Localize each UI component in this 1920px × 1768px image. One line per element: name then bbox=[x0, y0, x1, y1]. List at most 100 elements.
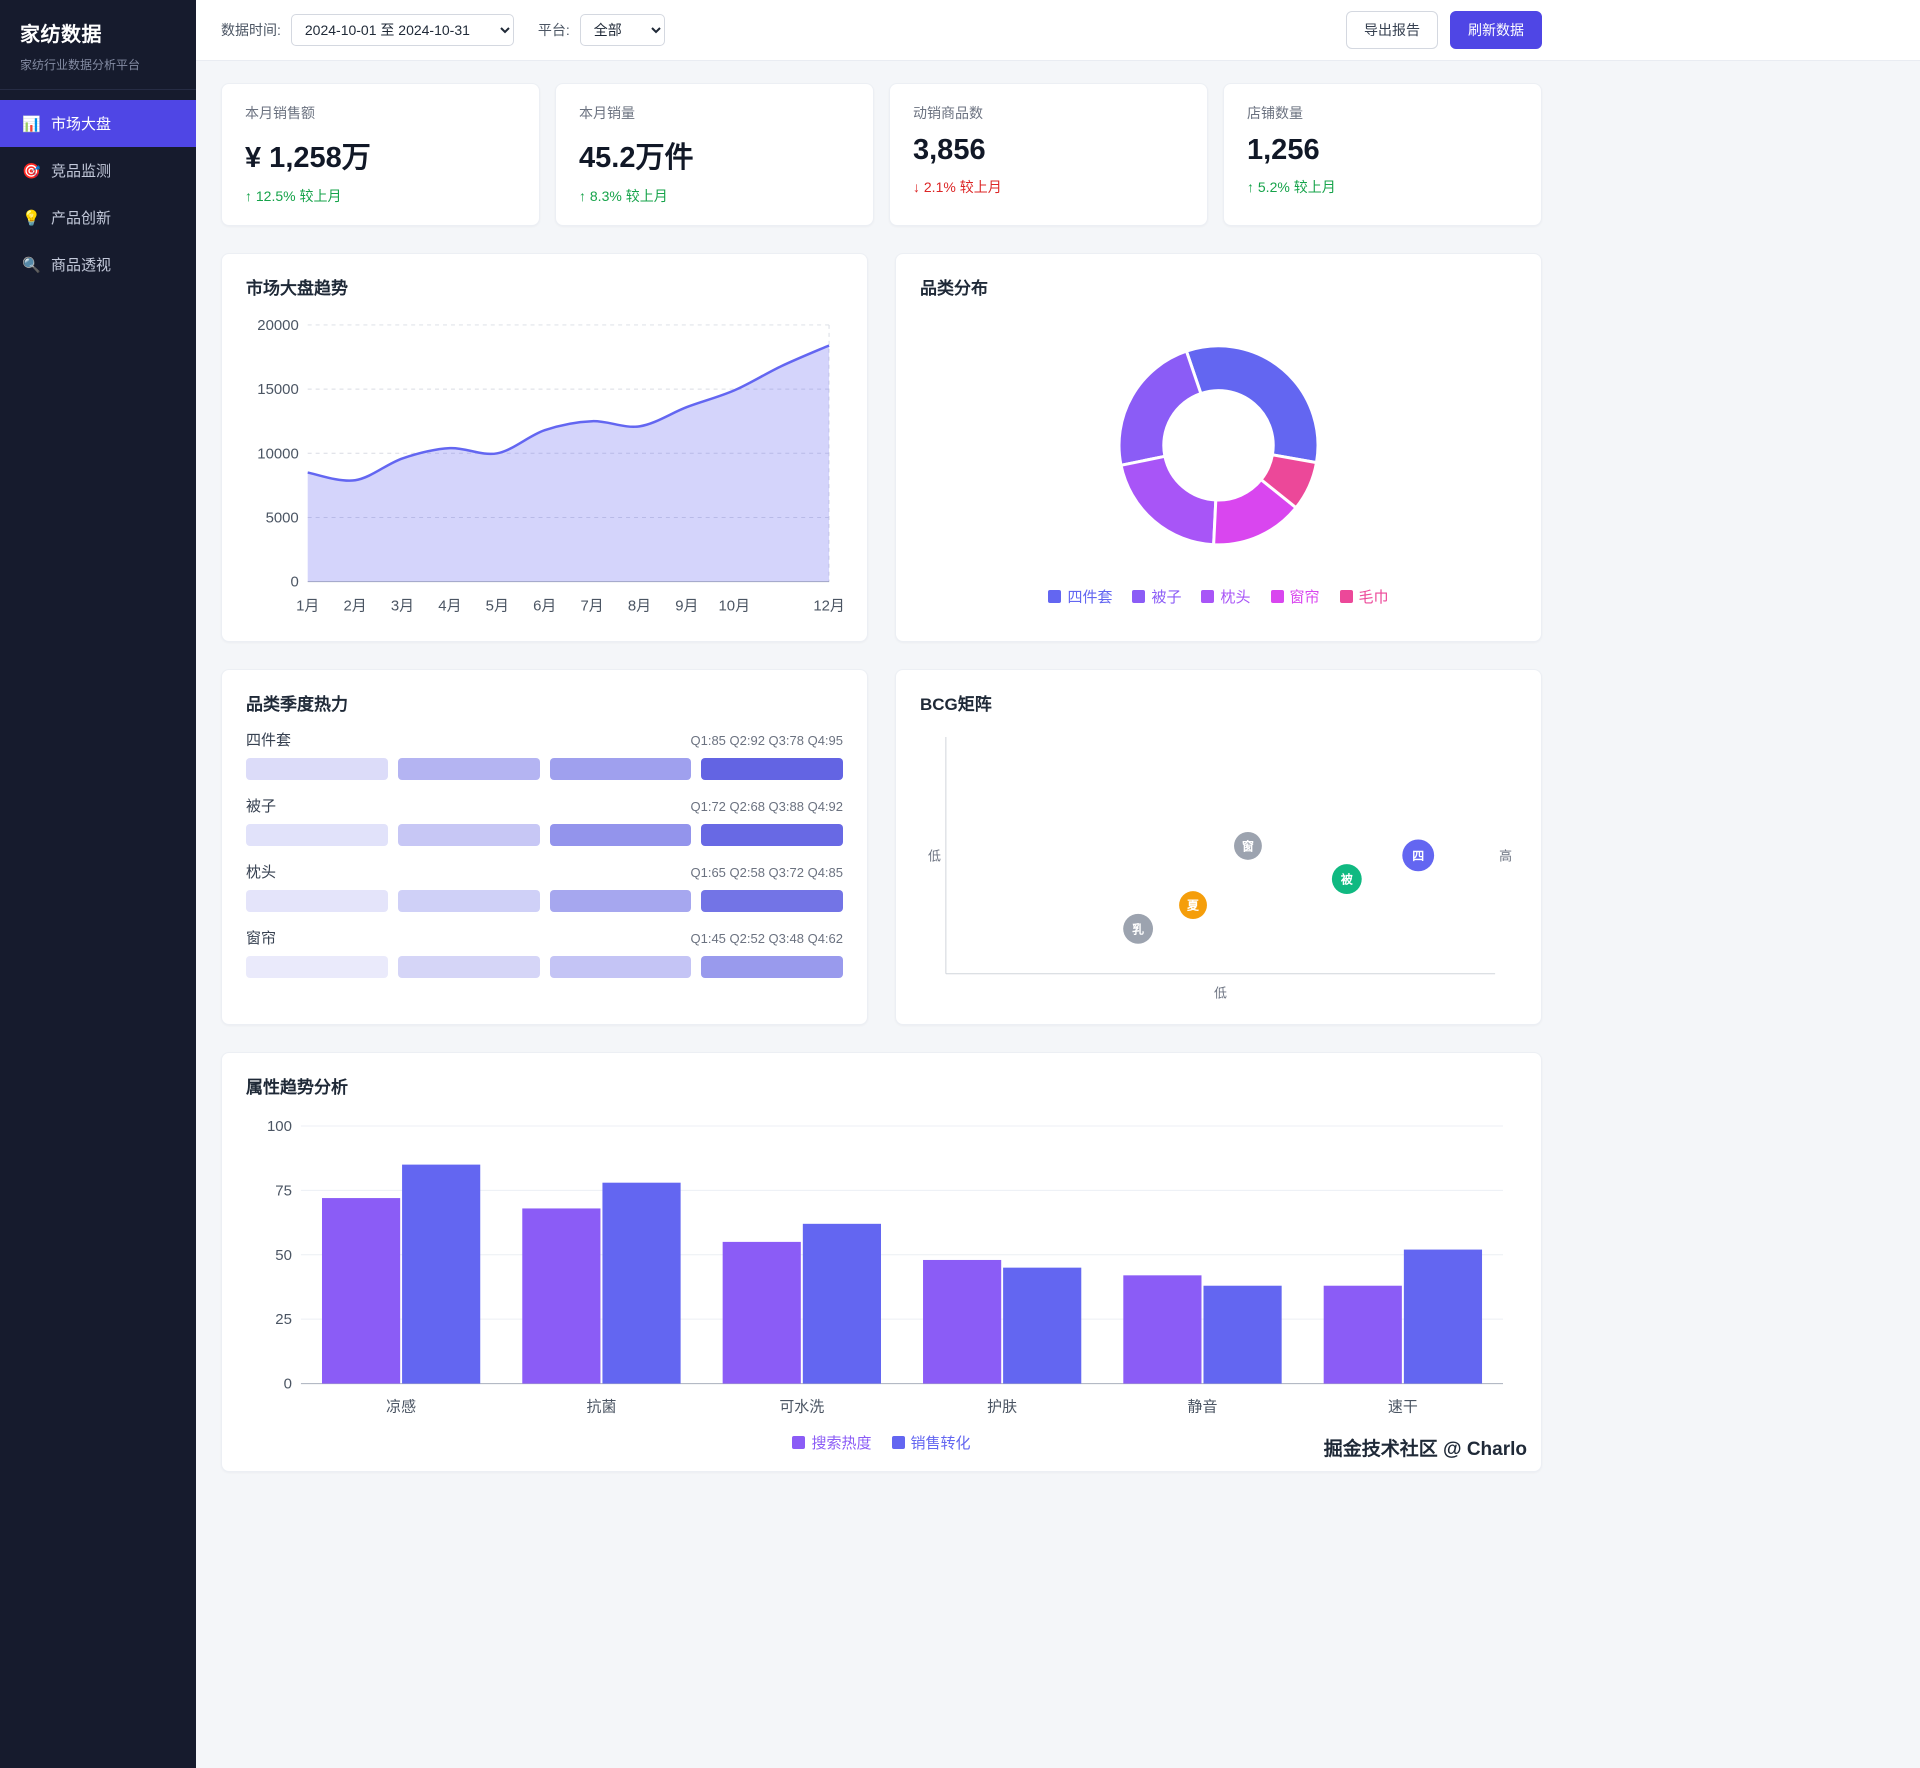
legend-swatch-icon bbox=[1340, 590, 1353, 603]
svg-text:25: 25 bbox=[275, 1311, 292, 1328]
legend-item[interactable]: 被子 bbox=[1132, 586, 1181, 607]
heatmap-cell bbox=[550, 758, 692, 780]
bcg-bubble: 被 bbox=[1332, 865, 1362, 895]
legend-swatch-icon bbox=[1132, 590, 1145, 603]
svg-text:凉感: 凉感 bbox=[386, 1399, 416, 1416]
bcg-bottom-axis-label: 低 bbox=[1214, 986, 1227, 1001]
kpi-card-shop-count: 店铺数量 1,256 ↑ 5.2% 较上月 bbox=[1223, 83, 1542, 226]
date-range-select[interactable]: 2024-10-01 至 2024-10-31 bbox=[291, 14, 514, 46]
legend-label: 被子 bbox=[1151, 586, 1181, 607]
date-range-label: 数据时间: bbox=[221, 20, 281, 40]
kpi-card-monthly-sales: 本月销售额 ¥ 1,258万 ↑ 12.5% 较上月 bbox=[221, 83, 540, 226]
kpi-delta: ↑ 5.2% 较上月 bbox=[1247, 177, 1518, 197]
bar bbox=[1203, 1286, 1281, 1384]
heatmap-row: 四件套 Q1:85 Q2:92 Q3:78 Q4:95 bbox=[246, 729, 843, 780]
kpi-row: 本月销售额 ¥ 1,258万 ↑ 12.5% 较上月 本月销量 45.2万件 ↑… bbox=[221, 83, 1542, 226]
legend-item[interactable]: 枕头 bbox=[1201, 586, 1250, 607]
svg-text:75: 75 bbox=[275, 1182, 292, 1199]
heatmap-row-values: Q1:72 Q2:68 Q3:88 Q4:92 bbox=[691, 799, 844, 814]
magnifier-icon: 🔍 bbox=[22, 256, 40, 274]
heatmap-row-label: 窗帘 bbox=[246, 927, 276, 948]
kpi-label: 动销商品数 bbox=[913, 103, 1184, 123]
heatmap-row-label: 四件套 bbox=[246, 729, 291, 750]
svg-text:15000: 15000 bbox=[257, 381, 298, 398]
svg-text:5月: 5月 bbox=[486, 598, 509, 615]
attr-trend-chart: 0255075100凉感抗菌可水洗护肤静音速干搜索热度销售转化 bbox=[246, 1112, 1517, 1453]
heatmap-cell bbox=[550, 956, 692, 978]
heatmap-cell bbox=[398, 824, 540, 846]
heatmap-row-values: Q1:65 Q2:58 Q3:72 Q4:85 bbox=[691, 865, 844, 880]
svg-text:50: 50 bbox=[275, 1247, 292, 1264]
kpi-delta: ↓ 2.1% 较上月 bbox=[913, 177, 1184, 197]
legend-item[interactable]: 销售转化 bbox=[892, 1432, 971, 1453]
refresh-data-button[interactable]: 刷新数据 bbox=[1450, 11, 1542, 49]
bar bbox=[602, 1183, 680, 1384]
quarter-heat-card: 品类季度热力 四件套Q1:85 Q2:92 Q3:78 Q4:95被子Q1:72… bbox=[221, 669, 868, 1025]
quarter-heat-chart: 四件套Q1:85 Q2:92 Q3:78 Q4:95被子Q1:72 Q2:68 … bbox=[246, 729, 843, 978]
legend-swatch-icon bbox=[1271, 590, 1284, 603]
bar bbox=[723, 1242, 801, 1384]
svg-text:10月: 10月 bbox=[719, 598, 751, 615]
bcg-left-axis-label: 低 bbox=[928, 849, 941, 864]
legend-item[interactable]: 四件套 bbox=[1048, 586, 1112, 607]
sidebar-nav: 📊 市场大盘 🎯 竞品监测 💡 产品创新 🔍 商品透视 bbox=[0, 90, 196, 288]
svg-text:1月: 1月 bbox=[296, 598, 319, 615]
sidebar-item-label: 产品创新 bbox=[51, 207, 111, 228]
app-title: 家纺数据 bbox=[20, 18, 176, 47]
donut-segment bbox=[1121, 456, 1216, 544]
heatmap-cell bbox=[701, 758, 843, 780]
heatmap-row-values: Q1:45 Q2:52 Q3:48 Q4:62 bbox=[691, 931, 844, 946]
legend-item[interactable]: 窗帘 bbox=[1271, 586, 1320, 607]
svg-text:6月: 6月 bbox=[533, 598, 556, 615]
legend-label: 四件套 bbox=[1067, 586, 1112, 607]
svg-text:12月: 12月 bbox=[813, 598, 843, 615]
legend-item[interactable]: 毛巾 bbox=[1340, 586, 1389, 607]
donut-chart-svg bbox=[920, 313, 1517, 578]
legend-item[interactable]: 搜索热度 bbox=[792, 1432, 871, 1453]
heatmap-cell bbox=[398, 758, 540, 780]
heatmap-cell bbox=[398, 890, 540, 912]
market-trend-chart: 050001000015000200001月2月3月4月5月6月7月8月9月10… bbox=[246, 313, 843, 623]
bcg-bubble: 夏 bbox=[1179, 892, 1207, 920]
bar bbox=[803, 1224, 881, 1384]
kpi-card-monthly-volume: 本月销量 45.2万件 ↑ 8.3% 较上月 bbox=[555, 83, 874, 226]
legend-swatch-icon bbox=[1048, 590, 1061, 603]
bar bbox=[322, 1198, 400, 1384]
bcg-matrix-chart: 低高低四被窗夏乳 bbox=[920, 729, 1517, 1006]
app-subtitle: 家纺行业数据分析平台 bbox=[20, 56, 176, 73]
bar bbox=[1003, 1268, 1081, 1384]
bcg-chart-svg: 低高低四被窗夏乳 bbox=[920, 729, 1517, 1006]
svg-text:静音: 静音 bbox=[1188, 1399, 1218, 1416]
category-share-chart: 四件套 被子 枕头窗帘毛巾 bbox=[920, 313, 1517, 607]
heatmap-cell bbox=[550, 890, 692, 912]
main-content: 本月销售额 ¥ 1,258万 ↑ 12.5% 较上月 本月销量 45.2万件 ↑… bbox=[196, 61, 1567, 1512]
bar bbox=[522, 1208, 600, 1383]
donut-segment bbox=[1119, 351, 1201, 465]
heatmap-cell bbox=[398, 956, 540, 978]
bulb-icon: 💡 bbox=[22, 209, 40, 227]
heatmap-row-values: Q1:85 Q2:92 Q3:78 Q4:95 bbox=[691, 733, 844, 748]
heatmap-cell bbox=[246, 890, 388, 912]
svg-text:10000: 10000 bbox=[257, 445, 298, 462]
sidebar-item-competitor-monitor[interactable]: 🎯 竞品监测 bbox=[0, 147, 196, 194]
sidebar-item-market-overview[interactable]: 📊 市场大盘 bbox=[0, 100, 196, 147]
sidebar-item-product-insight[interactable]: 🔍 商品透视 bbox=[0, 241, 196, 288]
sidebar-item-label: 商品透视 bbox=[51, 254, 111, 275]
kpi-label: 本月销售额 bbox=[245, 103, 516, 123]
svg-text:夏: 夏 bbox=[1187, 899, 1200, 913]
bar bbox=[402, 1165, 480, 1384]
sidebar-item-product-innovation[interactable]: 💡 产品创新 bbox=[0, 194, 196, 241]
heatmap-cell bbox=[246, 956, 388, 978]
bar-chart-icon: 📊 bbox=[22, 115, 40, 133]
charts-row-1: 市场大盘趋势 050001000015000200001月2月3月4月5月6月7… bbox=[221, 253, 1542, 642]
legend-swatch-icon bbox=[792, 1436, 805, 1449]
svg-text:窗: 窗 bbox=[1242, 840, 1254, 854]
heatmap-cell bbox=[246, 824, 388, 846]
kpi-card-active-products: 动销商品数 3,856 ↓ 2.1% 较上月 bbox=[889, 83, 1208, 226]
legend-swatch-icon bbox=[1201, 590, 1214, 603]
export-report-button[interactable]: 导出报告 bbox=[1346, 11, 1438, 49]
kpi-label: 本月销量 bbox=[579, 103, 850, 123]
platform-select[interactable]: 全部 bbox=[580, 14, 665, 46]
legend-label: 销售转化 bbox=[911, 1432, 971, 1453]
legend-label: 枕头 bbox=[1220, 586, 1250, 607]
